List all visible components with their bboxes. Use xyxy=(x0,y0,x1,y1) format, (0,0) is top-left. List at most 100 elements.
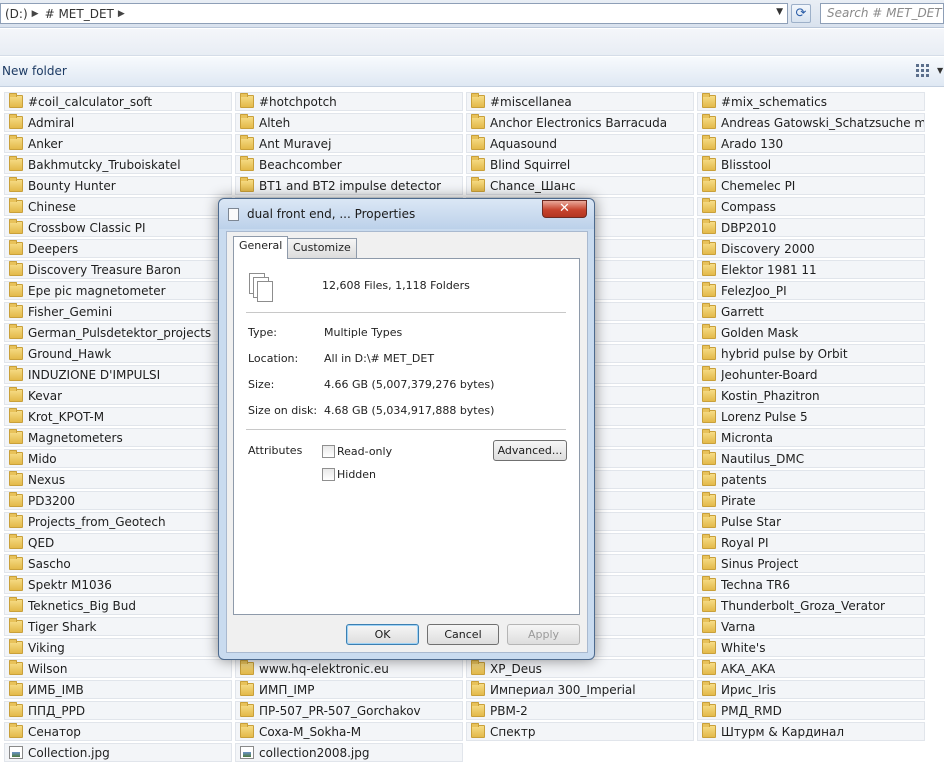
folder-item[interactable]: DBP2010 xyxy=(697,218,925,237)
folder-item[interactable]: Blind Squirrel xyxy=(466,155,694,174)
folder-item[interactable]: Anchor Electronics Barracuda xyxy=(466,113,694,132)
folder-item[interactable]: White's xyxy=(697,638,925,657)
folder-item[interactable]: hybrid pulse by Orbit xyxy=(697,344,925,363)
file-item[interactable]: collection2008.jpg xyxy=(235,743,463,762)
readonly-checkbox[interactable] xyxy=(322,445,335,458)
folder-item[interactable]: Pulse Star xyxy=(697,512,925,531)
folder-item[interactable]: Lorenz Pulse 5 xyxy=(697,407,925,426)
folder-item[interactable]: XP_Deus xyxy=(466,659,694,678)
folder-item[interactable]: Bounty Hunter xyxy=(4,176,232,195)
new-folder-button[interactable]: New folder xyxy=(2,64,67,78)
tab-customize[interactable]: Customize xyxy=(287,238,357,258)
folder-item[interactable]: Ground_Hawk xyxy=(4,344,232,363)
advanced-button[interactable]: Advanced... xyxy=(493,440,567,461)
folder-item[interactable]: AKA_AKA xyxy=(697,659,925,678)
folder-item[interactable]: Deepers xyxy=(4,239,232,258)
folder-item[interactable]: Mido xyxy=(4,449,232,468)
folder-item[interactable]: ИМБ_IMB xyxy=(4,680,232,699)
folder-item[interactable]: Thunderbolt_Groza_Verator xyxy=(697,596,925,615)
folder-item[interactable]: BT1 and BT2 impulse detector xyxy=(235,176,463,195)
folder-item[interactable]: Micronta xyxy=(697,428,925,447)
folder-item[interactable]: Chance_Шанс xyxy=(466,176,694,195)
hidden-checkbox[interactable] xyxy=(322,468,335,481)
folder-item[interactable]: PD3200 xyxy=(4,491,232,510)
folder-item[interactable]: Epe pic magnetometer xyxy=(4,281,232,300)
folder-item[interactable]: Royal PI xyxy=(697,533,925,552)
tab-general[interactable]: General xyxy=(233,236,289,259)
folder-item[interactable]: ПР-507_PR-507_Gorchakov xyxy=(235,701,463,720)
folder-item[interactable]: Teknetics_Big Bud xyxy=(4,596,232,615)
folder-item[interactable]: Ant Muravej xyxy=(235,134,463,153)
folder-item[interactable]: Alteh xyxy=(235,113,463,132)
folder-item[interactable]: FelezJoo_PI xyxy=(697,281,925,300)
folder-item[interactable]: Krot_KPOT-M xyxy=(4,407,232,426)
folder-item[interactable]: ППД_PPD xyxy=(4,701,232,720)
folder-item[interactable]: Crossbow Classic PI xyxy=(4,218,232,237)
view-options-button[interactable] xyxy=(915,63,933,79)
folder-item[interactable]: www.hq-elektronic.eu xyxy=(235,659,463,678)
folder-item[interactable]: Sascho xyxy=(4,554,232,573)
cancel-button[interactable]: Cancel xyxy=(427,624,499,645)
folder-item[interactable]: Штурм & Кардинал xyxy=(697,722,925,741)
folder-item[interactable]: Kevar xyxy=(4,386,232,405)
folder-item[interactable]: Спектр xyxy=(466,722,694,741)
refresh-button[interactable]: ⟳ xyxy=(791,4,811,23)
folder-item[interactable]: Kostin_Phazitron xyxy=(697,386,925,405)
folder-item[interactable]: Chinese xyxy=(4,197,232,216)
folder-item[interactable]: Andreas Gatowski_Schatzsuche mit ... xyxy=(697,113,925,132)
folder-item[interactable]: Империал 300_Imperial xyxy=(466,680,694,699)
folder-item[interactable]: Fisher_Gemini xyxy=(4,302,232,321)
folder-item[interactable]: PMД_RMD xyxy=(697,701,925,720)
ok-button[interactable]: OK xyxy=(346,624,419,645)
search-input[interactable]: Search # MET_DET xyxy=(820,3,944,24)
breadcrumb-folder[interactable]: # MET_DET xyxy=(45,7,114,21)
folder-item[interactable]: Sinus Project xyxy=(697,554,925,573)
folder-item[interactable]: Ирис_Iris xyxy=(697,680,925,699)
folder-item[interactable]: Anker xyxy=(4,134,232,153)
apply-button[interactable]: Apply xyxy=(507,624,580,645)
folder-item[interactable]: Tiger Shark xyxy=(4,617,232,636)
folder-item[interactable]: German_Pulsdetektor_projects xyxy=(4,323,232,342)
folder-item[interactable]: Coxa-M_Sokha-M xyxy=(235,722,463,741)
dialog-titlebar[interactable]: dual front end, ... Properties ✕ xyxy=(219,199,594,229)
folder-item[interactable]: Garrett xyxy=(697,302,925,321)
hidden-label[interactable]: Hidden xyxy=(337,468,376,481)
address-input[interactable]: (D:) ▶ # MET_DET ▶ ▼ xyxy=(0,3,788,24)
chevron-right-icon[interactable]: ▶ xyxy=(118,9,125,19)
folder-item[interactable]: Magnetometers xyxy=(4,428,232,447)
folder-item[interactable]: Admiral xyxy=(4,113,232,132)
chevron-right-icon[interactable]: ▶ xyxy=(32,9,39,19)
folder-item[interactable]: #hotchpotch xyxy=(235,92,463,111)
folder-item[interactable]: Beachcomber xyxy=(235,155,463,174)
folder-item[interactable]: Jeohunter-Board xyxy=(697,365,925,384)
folder-item[interactable]: Spektr M1036 xyxy=(4,575,232,594)
folder-item[interactable]: #miscellanea xyxy=(466,92,694,111)
folder-item[interactable]: PBM-2 xyxy=(466,701,694,720)
folder-item[interactable]: Discovery Treasure Baron xyxy=(4,260,232,279)
folder-item[interactable]: Projects_from_Geotech xyxy=(4,512,232,531)
readonly-label[interactable]: Read-only xyxy=(337,445,392,458)
folder-item[interactable]: Elektor 1981 11 xyxy=(697,260,925,279)
folder-item[interactable]: Golden Mask xyxy=(697,323,925,342)
folder-item[interactable]: Techna TR6 xyxy=(697,575,925,594)
file-item[interactable]: Collection.jpg xyxy=(4,743,232,762)
folder-item[interactable]: QED xyxy=(4,533,232,552)
folder-item[interactable]: Compass xyxy=(697,197,925,216)
folder-item[interactable]: ИМП_IMP xyxy=(235,680,463,699)
folder-item[interactable]: #mix_schematics xyxy=(697,92,925,111)
folder-item[interactable]: Nautilus_DMC xyxy=(697,449,925,468)
folder-item[interactable]: Nexus xyxy=(4,470,232,489)
folder-item[interactable]: Viking xyxy=(4,638,232,657)
folder-item[interactable]: Blisstool xyxy=(697,155,925,174)
folder-item[interactable]: INDUZIONE D'IMPULSI xyxy=(4,365,232,384)
folder-item[interactable]: Aquasound xyxy=(466,134,694,153)
chevron-down-icon[interactable]: ▼ xyxy=(776,7,783,17)
folder-item[interactable]: Arado 130 xyxy=(697,134,925,153)
folder-item[interactable]: Pirate xyxy=(697,491,925,510)
folder-item[interactable]: Сенатор xyxy=(4,722,232,741)
folder-item[interactable]: #coil_calculator_soft xyxy=(4,92,232,111)
folder-item[interactable]: Chemelec PI xyxy=(697,176,925,195)
folder-item[interactable]: Bakhmutcky_Truboiskatel xyxy=(4,155,232,174)
view-dropdown-icon[interactable]: ▼ xyxy=(937,66,943,75)
folder-item[interactable]: Varna xyxy=(697,617,925,636)
